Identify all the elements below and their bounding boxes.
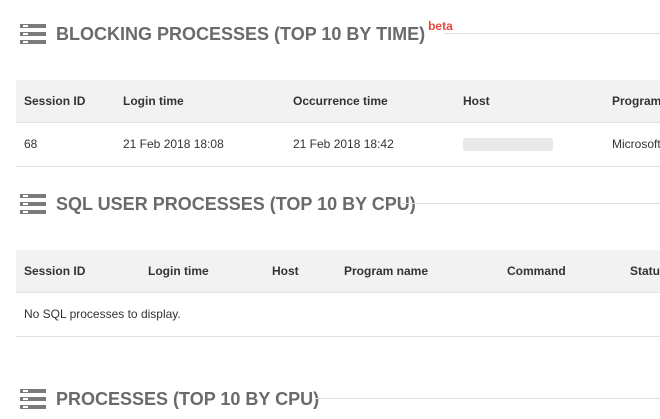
stack-icon [20, 24, 46, 44]
cell-host-redacted [463, 138, 553, 151]
processes-section-header: PROCESSES (TOP 10 BY CPU) [20, 387, 660, 411]
cell-session-id: 68 [24, 137, 38, 151]
col-host[interactable]: Host [463, 80, 490, 122]
blocking-divider [444, 33, 660, 34]
cell-occurrence-time: 21 Feb 2018 18:42 [293, 137, 394, 151]
col-command[interactable]: Command [507, 250, 566, 292]
col-occurrence-time[interactable]: Occurrence time [293, 80, 388, 122]
stack-icon [20, 389, 46, 409]
sql-user-table: Session ID Login time Host Program name … [16, 250, 660, 337]
blocking-table-header: Session ID Login time Occurrence time Ho… [16, 80, 660, 123]
sql-user-section-header: SQL USER PROCESSES (TOP 10 BY CPU) [20, 192, 660, 216]
col-session-id[interactable]: Session ID [24, 80, 85, 122]
sql-user-section-title: SQL USER PROCESSES (TOP 10 BY CPU) [56, 194, 416, 214]
cell-login-time: 21 Feb 2018 18:08 [123, 137, 224, 151]
col-status[interactable]: Status [630, 250, 660, 292]
cell-program: Microsoft [612, 137, 660, 151]
col-login-time[interactable]: Login time [123, 80, 184, 122]
stack-icon [20, 194, 46, 214]
sql-user-divider [402, 203, 660, 204]
blocking-section-header: BLOCKING PROCESSES (TOP 10 BY TIME) beta [20, 19, 660, 46]
empty-row: No SQL processes to display. [16, 293, 660, 337]
processes-section-title: PROCESSES (TOP 10 BY CPU) [56, 389, 320, 409]
col-session-id[interactable]: Session ID [24, 250, 85, 292]
blocking-title-text: BLOCKING PROCESSES (TOP 10 BY TIME) [56, 24, 426, 44]
blocking-table: Session ID Login time Occurrence time Ho… [16, 80, 660, 167]
sql-user-table-header: Session ID Login time Host Program name … [16, 250, 660, 293]
processes-divider [316, 398, 660, 399]
col-program[interactable]: Program [612, 80, 660, 122]
empty-message: No SQL processes to display. [24, 307, 181, 321]
table-row[interactable]: 68 21 Feb 2018 18:08 21 Feb 2018 18:42 M… [16, 123, 660, 167]
blocking-section-title: BLOCKING PROCESSES (TOP 10 BY TIME) beta [56, 19, 453, 46]
col-program-name[interactable]: Program name [344, 250, 428, 292]
beta-badge: beta [428, 19, 453, 33]
col-host[interactable]: Host [272, 250, 299, 292]
col-login-time[interactable]: Login time [148, 250, 209, 292]
